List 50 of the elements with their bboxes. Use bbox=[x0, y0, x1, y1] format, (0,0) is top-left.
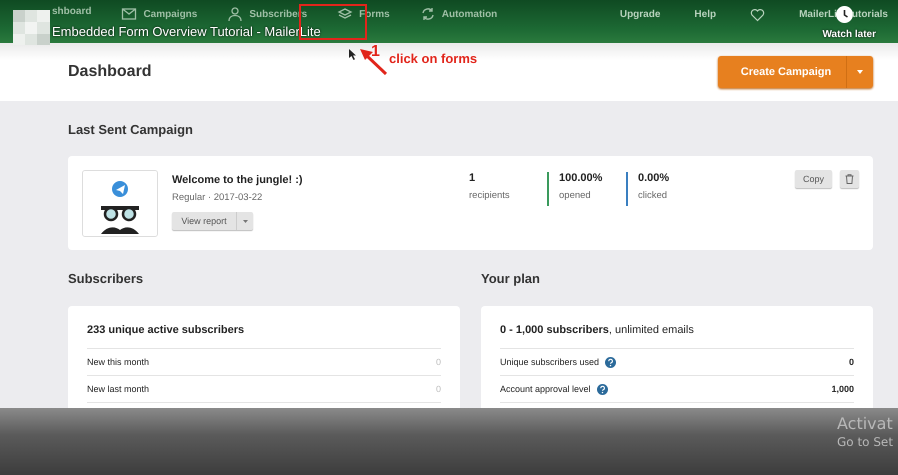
section-heading: Last Sent Campaign bbox=[68, 122, 194, 137]
stat-label: opened bbox=[559, 190, 592, 201]
campaign-name: Welcome to the jungle! :) bbox=[172, 174, 304, 186]
row-value: 0 bbox=[436, 384, 441, 394]
view-report-button[interactable]: View report bbox=[172, 212, 253, 230]
row-value: 0 bbox=[436, 357, 441, 367]
help-icon[interactable] bbox=[605, 356, 616, 368]
envelope-icon bbox=[121, 6, 138, 22]
campaign-meta: Regular · 2017-03-22 bbox=[172, 192, 264, 203]
person-icon bbox=[227, 6, 244, 22]
trash-icon bbox=[845, 174, 854, 184]
row-value: 1,000 bbox=[831, 384, 854, 394]
nav-link[interactable]: Automation bbox=[420, 6, 498, 24]
step-number: 1 bbox=[371, 43, 380, 61]
cursor-icon bbox=[349, 49, 356, 60]
panel-summary: 0 - 1,000 subscribers, unlimited emails bbox=[500, 324, 854, 349]
clock-icon[interactable] bbox=[836, 6, 853, 23]
stat-value: 0.00% bbox=[638, 172, 670, 184]
heart-icon[interactable] bbox=[750, 8, 766, 22]
copy-button[interactable]: Copy bbox=[795, 170, 832, 188]
delete-button[interactable] bbox=[840, 170, 859, 188]
page-title: Dashboard bbox=[68, 63, 152, 81]
annotation-text: click on forms bbox=[389, 51, 478, 66]
row-label: New this month bbox=[87, 357, 150, 367]
account-name[interactable]: utorials bbox=[852, 9, 888, 20]
row-value: 0 bbox=[848, 357, 854, 367]
caret-icon bbox=[857, 70, 863, 74]
panel-summary: 233 unique active subscribers bbox=[87, 324, 441, 349]
row-label: Unique subscribers used bbox=[500, 357, 600, 367]
activation-notice: Go to Set bbox=[837, 435, 894, 449]
nav-link[interactable]: shboard bbox=[52, 6, 92, 19]
stat-value: 100.00% bbox=[559, 172, 604, 184]
section-heading: Subscribers bbox=[68, 271, 144, 286]
nav-link[interactable]: Upgrade bbox=[620, 9, 660, 20]
avatar-icon bbox=[13, 10, 50, 45]
help-icon[interactable] bbox=[596, 384, 608, 394]
caret-icon bbox=[242, 220, 248, 222]
watch-later-label[interactable]: Watch later bbox=[822, 29, 876, 40]
stat-label: clicked bbox=[638, 190, 668, 201]
row-label: Account approval level bbox=[500, 384, 591, 394]
nav-link[interactable]: Campaigns bbox=[121, 6, 198, 24]
nav-link[interactable]: Help bbox=[694, 9, 716, 20]
refresh-icon bbox=[420, 6, 436, 22]
stat-value: 1 bbox=[469, 172, 476, 184]
create-campaign-button[interactable]: Create Campaign bbox=[718, 56, 873, 88]
account-name[interactable]: MailerLi bbox=[799, 9, 837, 20]
stat-label: recipients bbox=[469, 190, 511, 201]
activation-notice: Activat bbox=[837, 414, 894, 433]
row-label: New last month bbox=[87, 384, 150, 394]
section-heading: Your plan bbox=[481, 271, 541, 286]
